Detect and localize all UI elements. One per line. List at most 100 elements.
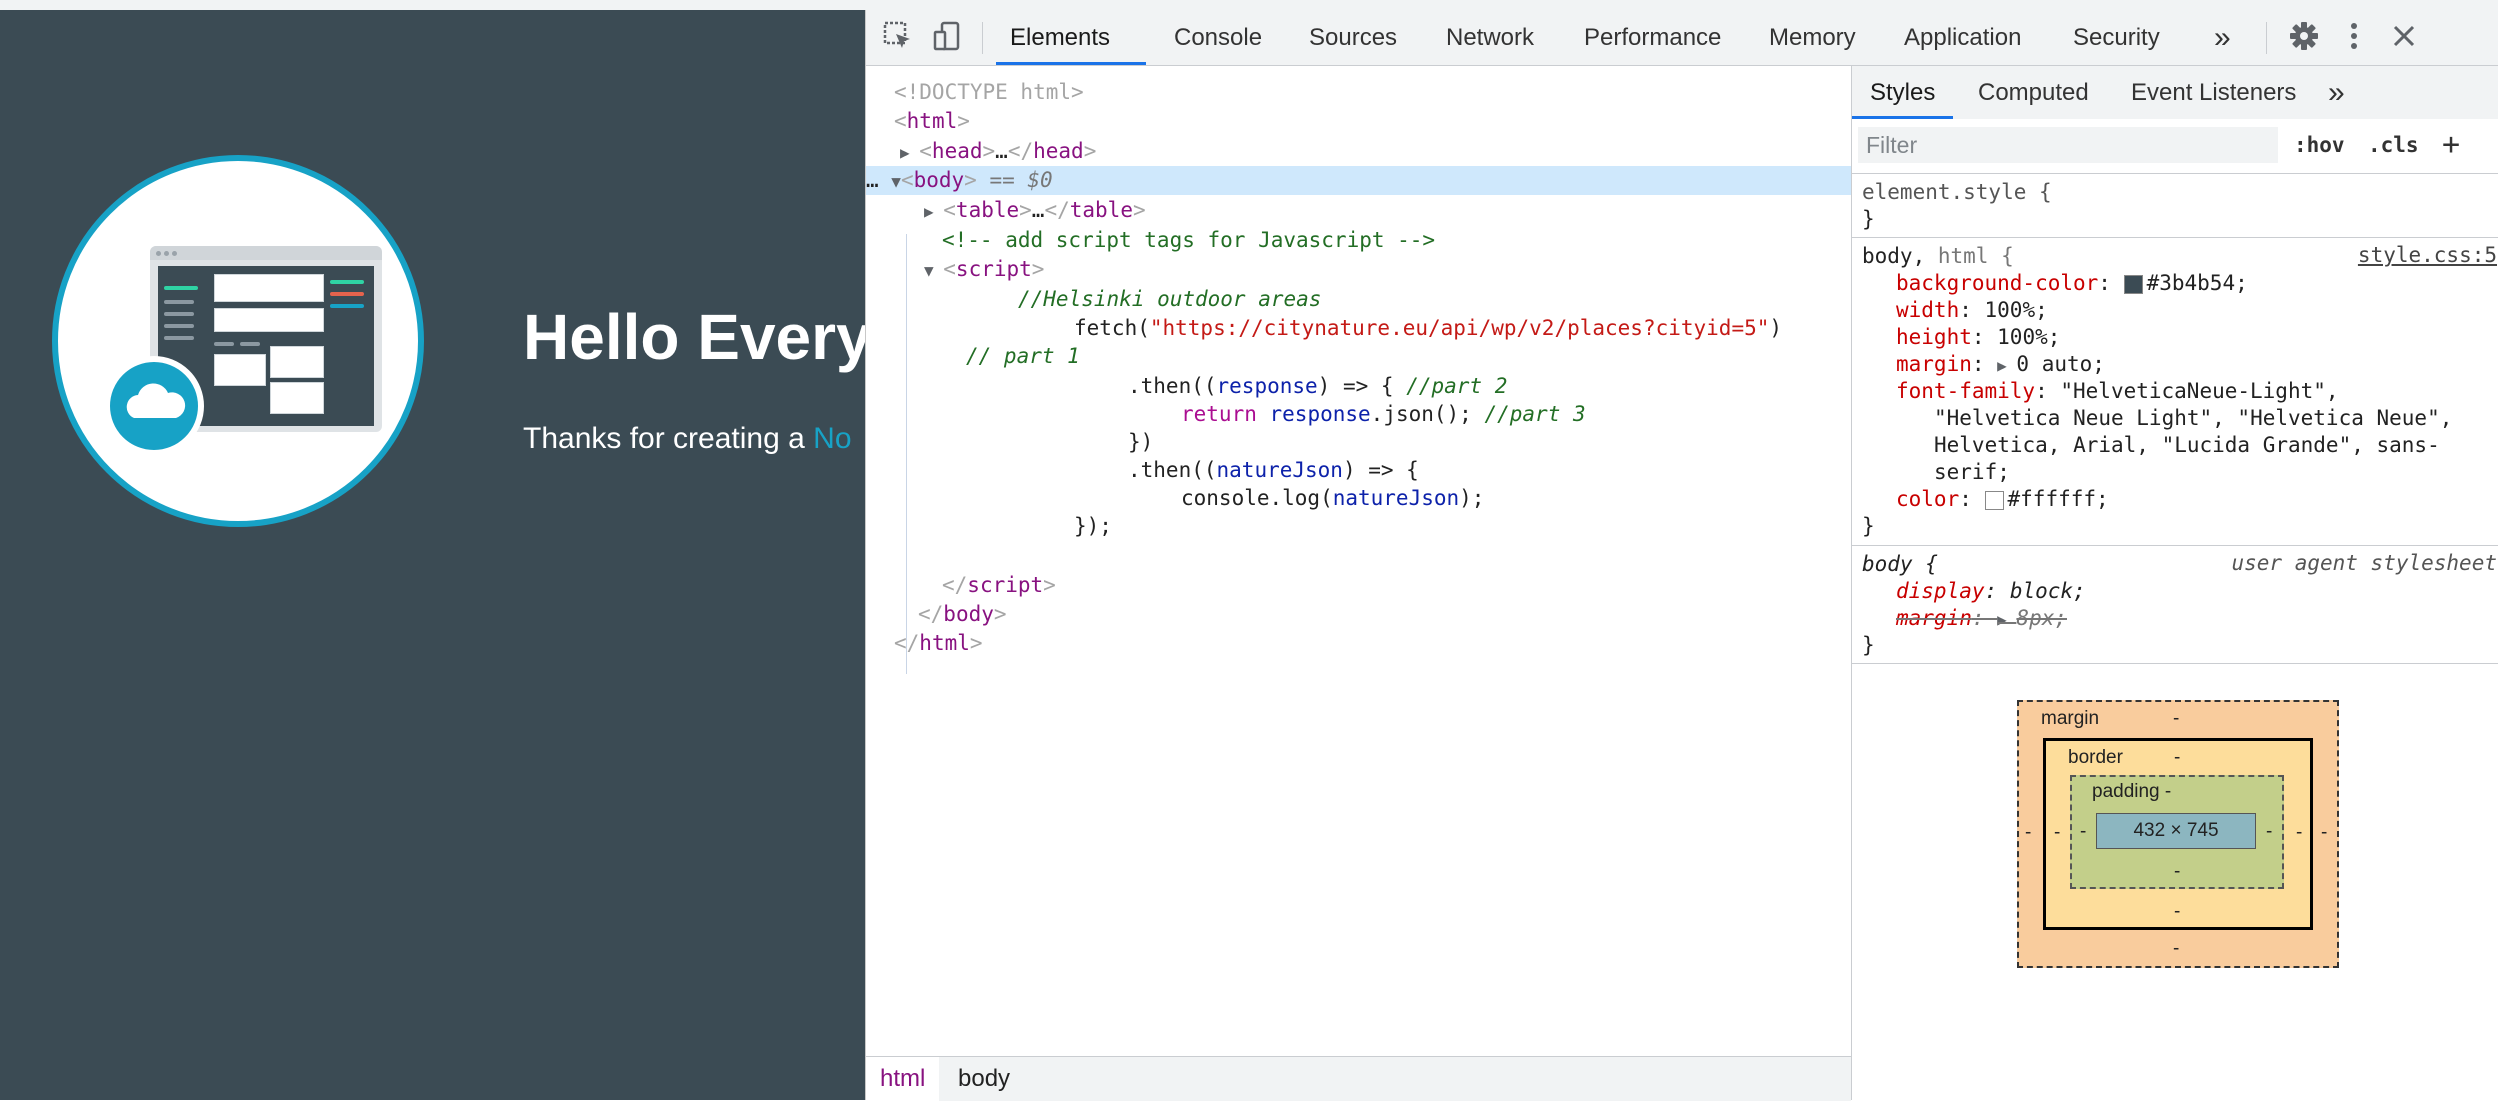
page-heading: Hello Every [523, 301, 865, 373]
device-toolbar-icon[interactable] [930, 20, 966, 56]
rule1-source-link[interactable]: style.css:5 [2358, 243, 2497, 267]
collapse-triangle-icon: ▼ [924, 261, 944, 280]
tab-styles[interactable]: Styles [1852, 66, 1954, 119]
web-page-viewport: Hello Every Thanks for creating a No [0, 10, 865, 1100]
devtools-panel: Elements Console Sources Network Perform… [865, 10, 2498, 1101]
element-style-selector: element.style { [1862, 180, 2052, 204]
margin-left-value[interactable]: - [2025, 822, 2031, 844]
more-tabs-icon[interactable]: » [2214, 10, 2231, 65]
border-left-value[interactable]: - [2054, 822, 2060, 844]
tab-computed[interactable]: Computed [1978, 66, 2089, 119]
script-node[interactable]: ▼ <script> [924, 255, 1044, 284]
color-swatch-icon [2123, 274, 2143, 294]
tab-memory[interactable]: Memory [1769, 10, 1856, 65]
prop-height[interactable]: height: 100%; [1896, 324, 2060, 351]
hover-state-button[interactable]: :hov [2294, 127, 2345, 163]
subtitle-text: Thanks for creating a [523, 422, 814, 455]
code-line-3: // part 1 [966, 344, 1080, 368]
prop-font-family-cont-1: "Helvetica Neue Light", "Helvetica Neue"… [1934, 406, 2453, 430]
rule-close-brace: } [1862, 514, 1875, 538]
box-model-border[interactable]: border - - - - padding - - - - 432 × 745 [2043, 738, 2313, 930]
comment-node[interactable]: <!-- add script tags for Javascript --> [942, 226, 1435, 255]
breadcrumb-html[interactable]: html [866, 1057, 940, 1101]
styles-tabbar: Styles Computed Event Listeners » [1852, 66, 2498, 120]
prop-font-family[interactable]: font-family: "HelveticaNeue-Light", [1896, 378, 2339, 405]
add-rule-icon[interactable]: + [2442, 127, 2460, 163]
code-line-4: .then((response) => { //part 2 [1128, 374, 1508, 398]
padding-label: padding - [2092, 781, 2172, 802]
tab-console[interactable]: Console [1174, 10, 1262, 65]
tab-security[interactable]: Security [2073, 10, 2160, 65]
code-line-5: return response.json(); //part 3 [1181, 402, 1586, 426]
padding-right-value[interactable]: - [2266, 821, 2272, 843]
elements-tree: <!DOCTYPE html> <html> ▶ <head>…</head> … [866, 66, 1851, 1056]
expand-triangle-icon: ▶ [1997, 610, 2017, 629]
box-model-margin[interactable]: margin - - - - border - - - - padding - … [2017, 700, 2339, 968]
code-line-2: fetch("https://citynature.eu/api/wp/v2/p… [1074, 316, 1783, 340]
devtools-toolbar: Elements Console Sources Network Perform… [866, 10, 2498, 66]
doctype-node[interactable]: <!DOCTYPE html> [894, 78, 1084, 107]
expand-triangle-icon: ▶ [924, 202, 944, 221]
body-node-selected[interactable]: … ▼<body> == $0 [866, 166, 1851, 195]
settings-gear-icon[interactable] [2286, 20, 2322, 56]
margin-label: margin [2041, 708, 2100, 729]
code-line-1: //Helsinki outdoor areas [1018, 287, 1322, 311]
head-node[interactable]: ▶ <head>…</head> [900, 137, 1096, 166]
margin-top-value[interactable]: - [2173, 708, 2179, 730]
class-toggle-button[interactable]: .cls [2368, 127, 2419, 163]
inspect-element-icon[interactable] [880, 20, 916, 56]
tab-application[interactable]: Application [1904, 10, 2021, 65]
tab-network[interactable]: Network [1446, 10, 1534, 65]
border-bottom-value[interactable]: - [2174, 901, 2180, 923]
prop-margin-overridden: margin: ▶ 8px; [1896, 606, 2067, 630]
tab-elements[interactable]: Elements [996, 10, 1146, 65]
code-line-6: }) [1128, 430, 1154, 454]
border-right-value[interactable]: - [2296, 822, 2302, 844]
body-close-node[interactable]: </body> [918, 600, 1007, 629]
prop-margin[interactable]: margin: ▶ 0 auto; [1896, 351, 2105, 378]
color-swatch-icon [1984, 490, 2004, 510]
expand-triangle-icon: ▶ [900, 143, 920, 162]
breadcrumb-body[interactable]: body [944, 1057, 1024, 1101]
box-model-content[interactable]: 432 × 745 [2096, 813, 2256, 849]
prop-background-color[interactable]: background-color: #3b4b54; [1896, 270, 2248, 297]
prop-font-family-cont-3: serif; [1934, 460, 2010, 484]
html-node[interactable]: <html> [894, 107, 970, 136]
table-node[interactable]: ▶ <table>…</table> [924, 196, 1146, 225]
border-top-value[interactable]: - [2174, 747, 2180, 769]
expand-triangle-icon: ▶ [1997, 356, 2017, 375]
script-close-node[interactable]: </script> [942, 571, 1056, 600]
more-options-icon[interactable] [2336, 20, 2372, 56]
border-label: border [2068, 747, 2123, 768]
prop-width[interactable]: width: 100%; [1896, 297, 2048, 324]
styles-filter-bar: :hov .cls + [1852, 119, 2498, 174]
box-model-padding[interactable]: padding - - - - 432 × 745 [2070, 775, 2284, 889]
rule1-selector: body, html { [1862, 244, 2014, 268]
tab-sources[interactable]: Sources [1309, 10, 1397, 65]
code-line-8: console.log(natureJson); [1181, 486, 1485, 510]
margin-bottom-value[interactable]: - [2173, 938, 2179, 960]
collapse-triangle-icon: ▼ [891, 172, 901, 191]
cloud-icon [104, 356, 204, 456]
code-line-7: .then((natureJson) => { [1128, 458, 1419, 482]
app-logo [52, 155, 424, 527]
prop-font-family-cont-2: Helvetica, Arial, "Lucida Grande", sans- [1934, 433, 2440, 457]
rule2-selector: body { [1862, 552, 1938, 576]
code-line-9: }); [1074, 514, 1112, 538]
styles-filter-input[interactable] [1858, 127, 2278, 163]
more-tabs-icon[interactable]: » [2328, 66, 2345, 119]
page-subtitle: Thanks for creating a No [523, 422, 852, 456]
padding-bottom-value[interactable]: - [2174, 861, 2180, 883]
prop-color[interactable]: color: #ffffff; [1896, 486, 2109, 513]
rule-close-brace: } [1862, 207, 1875, 231]
tab-event-listeners[interactable]: Event Listeners [2131, 66, 2296, 119]
margin-right-value[interactable]: - [2321, 822, 2327, 844]
close-icon[interactable] [2386, 20, 2422, 56]
breadcrumb: html body [866, 1056, 1851, 1101]
padding-left-value[interactable]: - [2080, 821, 2086, 843]
subtitle-link[interactable]: No [813, 422, 851, 455]
rule-close-brace: } [1862, 633, 1875, 657]
rule2-source: user agent stylesheet [2231, 551, 2497, 575]
tab-performance[interactable]: Performance [1584, 10, 1721, 65]
html-close-node[interactable]: </html> [894, 629, 983, 658]
